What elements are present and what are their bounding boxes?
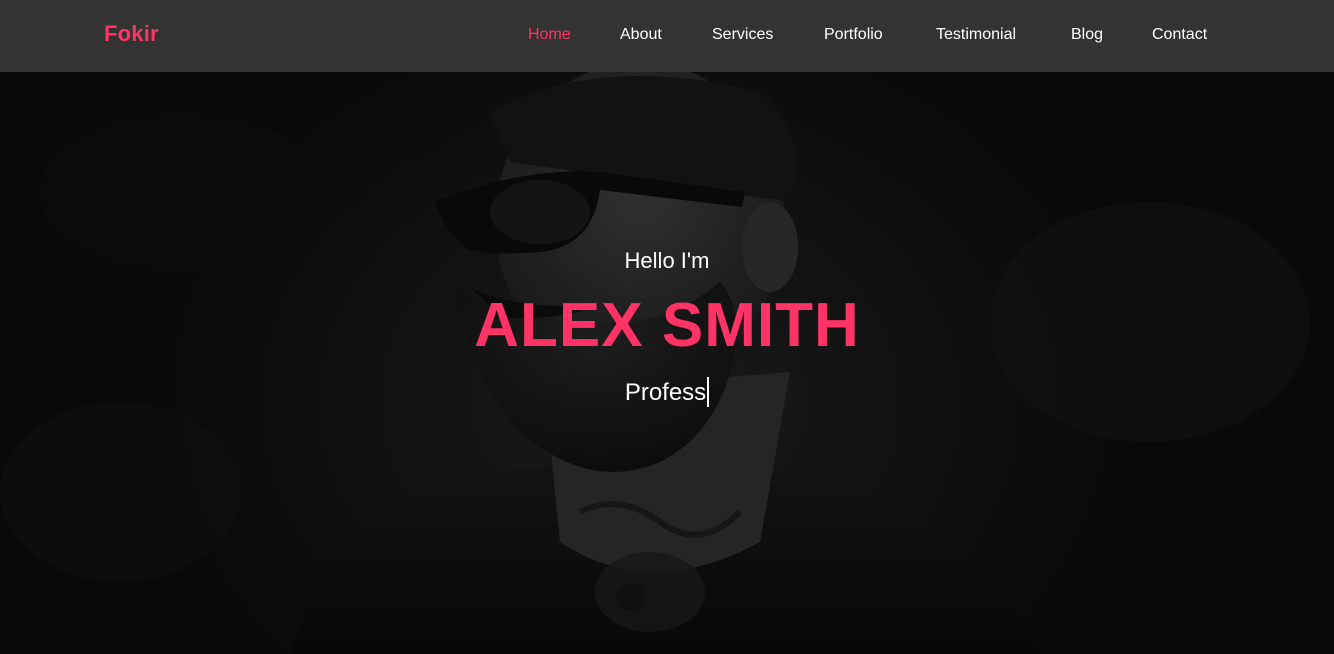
page: Fokir Home About Services Portfolio Test…	[0, 0, 1334, 654]
hero-typed-text: Profess	[624, 379, 707, 406]
hero-typed-line: Profess	[0, 377, 1334, 407]
nav-testimonial[interactable]: Testimonial	[936, 26, 1016, 44]
hero-content: Hello I'm ALEX SMITH Profess	[0, 72, 1334, 654]
hero-name: ALEX SMITH	[474, 291, 860, 360]
nav-contact[interactable]: Contact	[1152, 26, 1207, 44]
hero-greeting: Hello I'm	[624, 248, 710, 273]
nav-blog[interactable]: Blog	[1071, 26, 1103, 44]
nav-home[interactable]: Home	[528, 26, 571, 44]
text-cursor-icon	[707, 377, 710, 407]
hero-section: Hello I'm ALEX SMITH Profess	[0, 72, 1334, 654]
navbar: Fokir Home About Services Portfolio Test…	[0, 0, 1334, 72]
nav-about[interactable]: About	[620, 26, 662, 44]
nav-menu: Home About Services Portfolio Testimonia…	[0, 26, 1334, 46]
nav-services[interactable]: Services	[712, 26, 773, 44]
nav-portfolio[interactable]: Portfolio	[824, 26, 883, 44]
